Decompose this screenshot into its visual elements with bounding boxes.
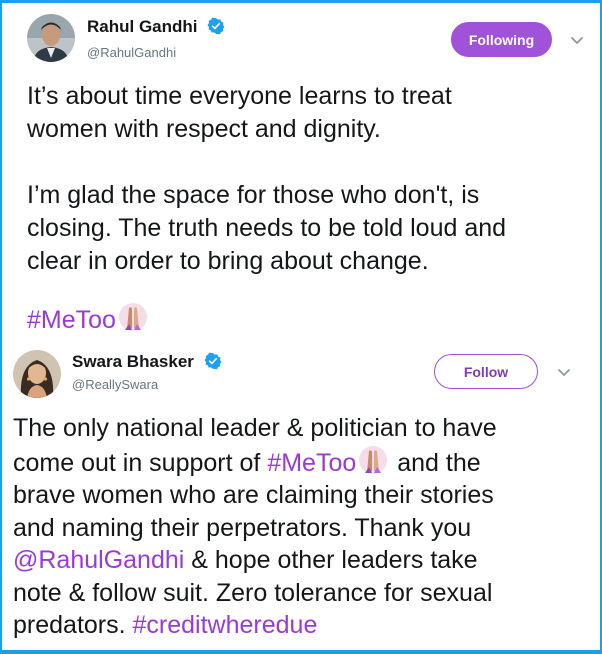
tweet1-text: It’s about time everyone learns to treat…	[27, 80, 587, 278]
verified-badge-icon	[207, 17, 225, 35]
tweet2-line5-suffix: & hope other leaders take	[184, 546, 478, 574]
rahul-avatar[interactable]	[27, 14, 75, 62]
tweet2-line7-prefix: predators.	[13, 611, 133, 639]
tweet1-hashtag-row: #MeToo	[27, 302, 150, 337]
raised-hands-hashflag-icon	[118, 303, 147, 331]
swara-avatar[interactable]	[13, 350, 61, 398]
tweet1-line5: clear in order to bring about change.	[27, 247, 429, 275]
following-button[interactable]: Following	[451, 22, 552, 57]
tweet2-line4: and naming their perpetrators. Thank you	[13, 513, 472, 542]
rahul-handle[interactable]: @RahulGandhi	[87, 45, 176, 60]
tweet2-line1: The only national leader & politician to…	[13, 414, 497, 442]
frame-bottom-border	[0, 650, 602, 654]
swara-handle[interactable]: @ReallySwara	[72, 377, 158, 392]
tweet1-line1: It’s about time everyone learns to treat	[27, 82, 452, 110]
rahulgandhi-mention-link[interactable]: @RahulGandhi	[13, 546, 184, 574]
tweet2-line2-prefix: come out in support of	[13, 448, 268, 477]
swara-name-text[interactable]: Swara Bhasker	[72, 352, 194, 371]
tweet1-line2: women with respect and dignity.	[27, 115, 381, 143]
swara-display-name[interactable]: Swara Bhasker	[72, 352, 222, 372]
creditwheredue-hashtag-link[interactable]: #creditwheredue	[133, 611, 318, 639]
verified-badge-icon	[204, 352, 222, 370]
metoo-hashtag-link[interactable]: #MeToo	[27, 306, 116, 334]
tweet2-line3: brave women who are claiming their stori…	[13, 481, 494, 509]
tweet2-line2: come out in support of #MeToo and the	[13, 445, 593, 480]
chevron-down-icon[interactable]	[557, 368, 571, 378]
tweet1-line4: closing. The truth needs to be told loud…	[27, 214, 507, 242]
frame-top-border	[0, 0, 602, 3]
tweet2-text: The only national leader & politician to…	[13, 412, 593, 642]
raised-hands-hashflag-icon	[359, 445, 388, 474]
tweet2-line7: predators. #creditwheredue	[13, 609, 593, 642]
rahul-name-text[interactable]: Rahul Gandhi	[87, 17, 198, 36]
metoo-hashtag-link-2[interactable]: #MeToo	[267, 449, 356, 477]
follow-button[interactable]: Follow	[434, 354, 538, 389]
rahul-display-name[interactable]: Rahul Gandhi	[87, 17, 225, 37]
tweet2-line6: note & follow suit. Zero tolerance for s…	[13, 578, 493, 607]
tweet2-line5: @RahulGandhi & hope other leaders take	[13, 544, 593, 577]
tweet2-line2-suffix: and the	[390, 448, 481, 477]
tweet1-line3: I’m glad the space for those who don't, …	[27, 181, 480, 209]
chevron-down-icon[interactable]	[570, 36, 584, 46]
frame-left-border	[0, 0, 2, 654]
